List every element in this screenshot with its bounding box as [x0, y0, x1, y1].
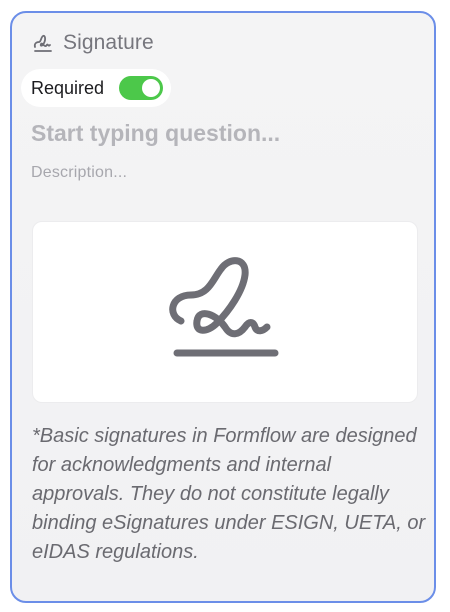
required-toggle-pill[interactable]: Required: [21, 69, 171, 107]
signature-icon: [32, 33, 54, 53]
description-input[interactable]: Description...: [31, 164, 127, 182]
required-toggle[interactable]: [119, 76, 163, 100]
signature-field-card[interactable]: Signature Required Start typing question…: [10, 11, 436, 603]
signature-icon: [169, 257, 279, 357]
question-input[interactable]: Start typing question...: [31, 120, 280, 147]
required-label: Required: [31, 77, 105, 98]
legal-disclaimer: *Basic signatures in Formflow are design…: [32, 425, 426, 563]
toggle-knob: [142, 79, 160, 97]
field-type-label: Signature: [63, 31, 154, 54]
signature-pad[interactable]: [32, 221, 418, 403]
field-type-header: Signature: [32, 31, 154, 55]
